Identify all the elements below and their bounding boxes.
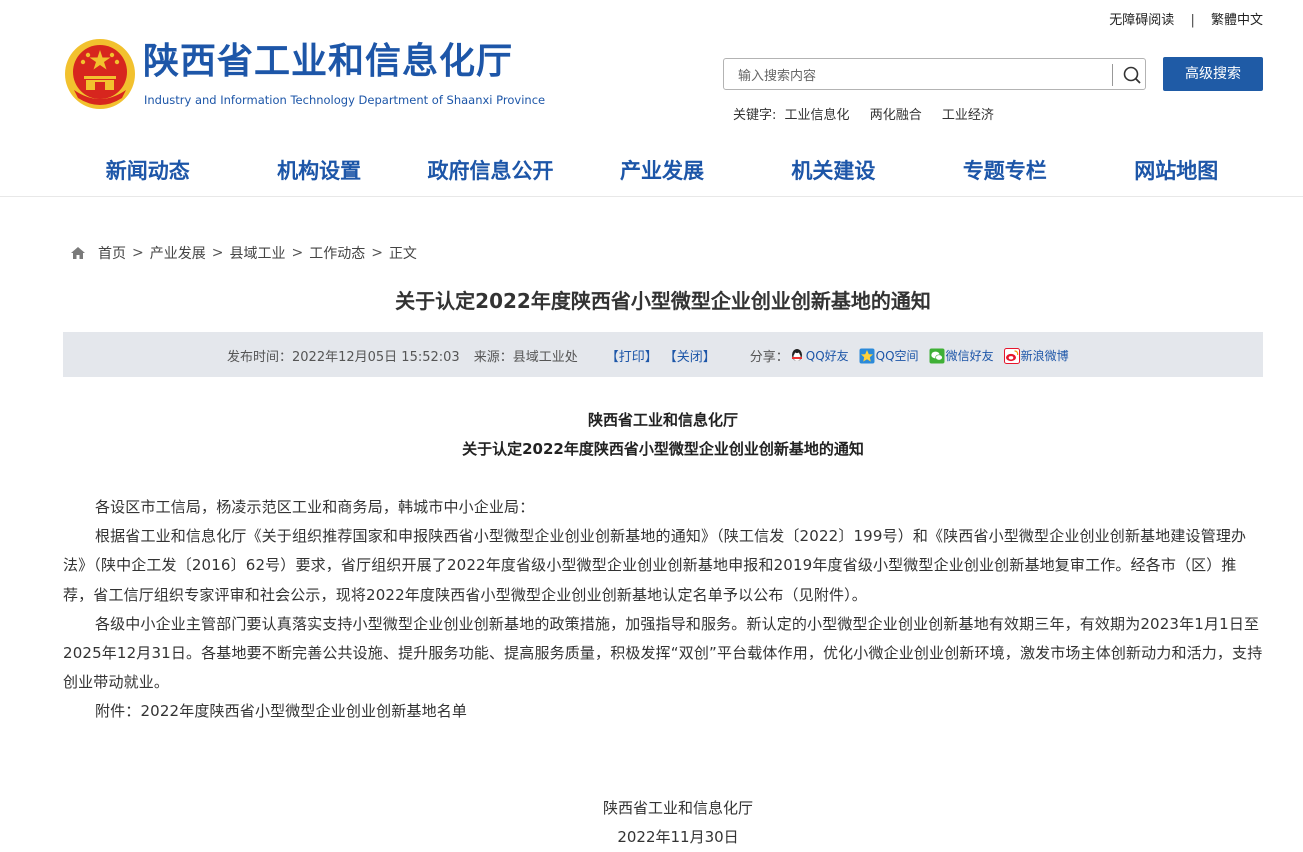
breadcrumb-separator: > [291,245,304,261]
qzone-icon [859,348,875,363]
site-subtitle: Industry and Information Technology Depa… [144,93,546,107]
share-weibo-label: 新浪微博 [1020,349,1069,363]
signature-org: 陕西省工业和信息化厅 [602,799,753,817]
share-wechat-label: 微信好友 [945,349,994,363]
article-paragraph: 各设区市工信局，杨凌示范区工业和商务局，韩城市中小企业局： [95,498,535,516]
article-info-bar: 发布时间：2022年12月05日 15:52:03 来源：县域工业处 【打印】 … [63,332,1263,377]
search-box [723,58,1146,90]
breadcrumb-separator: > [371,245,383,261]
document-title: 关于认定2022年度陕西省小型微型企业创业创新基地的通知 [462,440,864,458]
breadcrumb-home[interactable]: 首页 [98,243,126,263]
breadcrumb-work-news[interactable]: 工作动态 [309,243,365,263]
article-title: 关于认定2022年度陕西省小型微型企业创业创新基地的通知 [395,289,931,313]
signature-block: 陕西省工业和信息化厅 2022年11月30日 [0,794,1303,852]
keywords-label: 关键字: [733,108,777,123]
breadcrumb-county-industry[interactable]: 县域工业 [229,243,285,263]
document-heading: 陕西省工业和信息化厅 关于认定2022年度陕西省小型微型企业创业创新基地的通知 [0,406,1303,464]
share-label: 分享： [749,350,789,365]
nav-item-sitemap[interactable]: 网站地图 [1091,155,1262,187]
home-icon[interactable] [70,245,86,261]
keyword-link[interactable]: 工业信息化 [785,108,850,123]
article-paragraph: 根据省工业和信息化厅《关于组织推荐国家和申报陕西省小型微型企业创业创新基地的通知… [63,527,1247,604]
search-divider [1112,64,1113,86]
qq-icon [791,348,802,361]
nav-divider [0,196,1303,197]
article-paragraph: 各级中小企业主管部门要认真落实支持小型微型企业创业创新基地的政策措施，加强指导和… [63,614,1263,692]
nav-item-organization[interactable]: 机构设置 [233,155,404,187]
breadcrumb: 首页 > 产业发展 > 县域工业 > 工作动态 > 正文 [70,243,417,263]
weibo-icon [1003,347,1020,364]
signature-date: 2022年11月30日 [617,828,739,846]
breadcrumb-industry[interactable]: 产业发展 [150,243,206,263]
share-qzone-label: QQ空间 [875,349,919,363]
top-links: 无障碍阅读 | 繁體中文 [1109,9,1263,28]
keyword-link[interactable]: 工业经济 [942,108,994,123]
wechat-icon [929,348,945,363]
nav-item-agency-building[interactable]: 机关建设 [748,155,919,187]
nav-item-special-topics[interactable]: 专题专栏 [919,155,1090,187]
accessible-reading-link[interactable]: 无障碍阅读 [1109,13,1174,28]
site-title[interactable]: 陕西省工业和信息化厅 [143,40,513,84]
nav-item-news[interactable]: 新闻动态 [62,155,233,187]
close-link[interactable]: 【关闭】 [664,346,716,365]
breadcrumb-separator: > [211,245,224,261]
nav-item-industry[interactable]: 产业发展 [576,155,747,187]
keywords-row: 关键字: 工业信息化 两化融合 工业经济 [733,104,994,123]
print-link[interactable]: 【打印】 [606,346,658,365]
keyword-link[interactable]: 两化融合 [870,108,922,123]
main-nav: 新闻动态 机构设置 政府信息公开 产业发展 机关建设 专题专栏 网站地图 [62,155,1262,187]
search-icon[interactable] [1122,65,1142,85]
nav-item-gov-info[interactable]: 政府信息公开 [405,155,576,187]
share-qzone[interactable]: QQ空间 [859,347,919,364]
attachment-link[interactable]: 附件：2022年度陕西省小型微型企业创业创新基地名单 [63,697,1263,726]
article-source: 来源：县域工业处 [473,350,578,365]
article-body: 各设区市工信局，杨凌示范区工业和商务局，韩城市中小企业局： 根据省工业和信息化厅… [63,493,1263,727]
publish-time: 发布时间：2022年12月05日 15:52:03 [227,350,460,365]
breadcrumb-separator: > [132,245,144,261]
breadcrumb-current: 正文 [388,246,417,262]
top-links-separator: | [1190,13,1195,28]
traditional-chinese-link[interactable]: 繁體中文 [1211,13,1263,28]
advanced-search-button[interactable]: 高级搜索 [1163,57,1263,91]
national-emblem-icon[interactable] [64,38,136,110]
share-qq-friend-label: QQ好友 [805,349,849,363]
share-weibo[interactable]: 新浪微博 [1003,347,1069,364]
search-input[interactable] [736,65,1110,87]
document-org: 陕西省工业和信息化厅 [587,411,738,429]
share-wechat[interactable]: 微信好友 [929,347,994,364]
share-qq-friend[interactable]: QQ好友 [789,347,849,364]
